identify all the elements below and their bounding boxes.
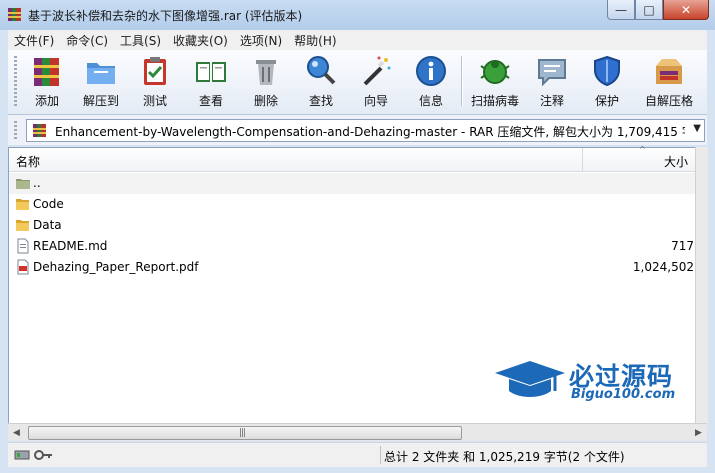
status-drive-key-icon[interactable] <box>14 448 54 462</box>
menu-help[interactable]: 帮助(H) <box>288 32 342 49</box>
toolbar: 添加 解压到 测试 查看 删除 查找 向导 信息 扫描病毒 注释 保护 自解压格 <box>8 50 707 115</box>
sfx-button[interactable]: 自解压格 <box>638 54 700 110</box>
sfx-box-icon <box>656 59 682 84</box>
wizard-button[interactable]: 向导 <box>349 54 403 110</box>
bug-icon <box>480 60 510 84</box>
pdf-file-icon <box>17 259 29 275</box>
add-label: 添加 <box>34 94 59 108</box>
protect-button[interactable]: 保护 <box>580 54 634 110</box>
add-button[interactable]: 添加 <box>20 54 74 110</box>
toolbar-separator <box>461 56 463 106</box>
books-icon <box>34 58 59 86</box>
address-bar: Enhancement-by-Wavelength-Compensation-a… <box>8 115 707 145</box>
file-name: README.md <box>33 239 108 253</box>
extract-to-label: 解压到 <box>82 94 119 108</box>
watermark-url: Biguo100.com <box>571 387 676 402</box>
address-text: Enhancement-by-Wavelength-Compensation-a… <box>55 125 685 139</box>
vertical-scrollbar[interactable] <box>695 147 708 425</box>
view-button[interactable]: 查看 <box>184 54 238 110</box>
comment-button[interactable]: 注释 <box>525 54 579 110</box>
comment-icon <box>538 59 566 87</box>
text-file-icon <box>17 238 29 254</box>
minimize-button[interactable]: — <box>607 0 635 20</box>
folder-icon <box>16 199 29 210</box>
file-name: Dehazing_Paper_Report.pdf <box>33 260 199 274</box>
column-header-size[interactable]: 大小 <box>664 153 688 170</box>
list-header: 名称 ^ 大小 <box>9 145 696 172</box>
find-label: 查找 <box>308 94 333 108</box>
info-label: 信息 <box>418 94 443 108</box>
delete-label: 删除 <box>253 94 278 108</box>
graduation-cap-icon <box>495 361 565 397</box>
column-header-name[interactable]: 名称 <box>16 153 40 170</box>
list-item-code[interactable]: Code <box>9 194 696 215</box>
toolbar-grip[interactable] <box>14 56 17 106</box>
title-bar: 基于波长补偿和去杂的水下图像增强.rar (评估版本) — □ ✕ <box>0 0 715 30</box>
virus-scan-label: 扫描病毒 <box>470 94 519 108</box>
list-item-data[interactable]: Data <box>9 215 696 236</box>
scroll-left-icon[interactable]: ◀ <box>8 424 25 441</box>
protect-label: 保护 <box>594 94 619 108</box>
sfx-label: 自解压格 <box>644 94 693 108</box>
shield-icon <box>594 55 620 87</box>
status-divider <box>380 446 381 464</box>
list-rows: .. Code Data README.md 717 Dehazing_Pape… <box>9 173 696 278</box>
file-name: Data <box>33 218 62 232</box>
comment-label: 注释 <box>539 94 564 108</box>
view-label: 查看 <box>198 94 223 108</box>
menu-commands[interactable]: 命令(C) <box>60 32 114 49</box>
window-controls: — □ ✕ <box>607 0 709 20</box>
delete-button[interactable]: 删除 <box>239 54 293 110</box>
status-bar: 总计 2 文件夹 和 1,025,219 字节(2 个文件) <box>8 442 707 467</box>
file-size: 1,024,502 <box>632 260 694 274</box>
open-book-icon <box>196 62 226 82</box>
window-title: 基于波长补偿和去杂的水下图像增强.rar (评估版本) <box>28 9 303 23</box>
magnifier-icon <box>307 56 336 85</box>
status-summary: 总计 2 文件夹 和 1,025,219 字节(2 个文件) <box>384 450 625 464</box>
scroll-grip-icon: ||| <box>239 428 246 438</box>
close-button[interactable]: ✕ <box>663 0 709 20</box>
extract-to-button[interactable]: 解压到 <box>74 54 128 110</box>
watermark-logo: 必过源码 Biguo100.com <box>493 357 693 403</box>
folder-up-icon <box>16 179 30 189</box>
test-label: 测试 <box>142 94 167 108</box>
menu-favorites[interactable]: 收藏夹(O) <box>167 32 234 49</box>
folder-icon <box>16 220 29 231</box>
address-field[interactable]: Enhancement-by-Wavelength-Compensation-a… <box>26 119 705 142</box>
file-name: .. <box>33 176 41 190</box>
wizard-label: 向导 <box>363 94 388 108</box>
magic-wand-icon <box>363 56 391 86</box>
clipboard-check-icon <box>144 57 166 85</box>
list-item-pdf[interactable]: Dehazing_Paper_Report.pdf 1,024,502 <box>9 257 696 278</box>
info-button[interactable]: 信息 <box>404 54 458 110</box>
test-button[interactable]: 测试 <box>128 54 182 110</box>
sort-arrow-icon: ^ <box>639 145 646 154</box>
menu-bar: 文件(F) 命令(C) 工具(S) 收藏夹(O) 选项(N) 帮助(H) <box>8 30 707 50</box>
list-item-readme[interactable]: README.md 717 <box>9 236 696 257</box>
trash-can-icon <box>256 60 276 85</box>
menu-file[interactable]: 文件(F) <box>8 32 60 49</box>
virus-scan-button[interactable]: 扫描病毒 <box>468 54 522 110</box>
extract-folder-icon <box>87 63 115 84</box>
app-window: 基于波长补偿和去杂的水下图像增强.rar (评估版本) — □ ✕ 文件(F) … <box>0 0 715 473</box>
address-dropdown-arrow[interactable]: ▼ <box>693 123 701 134</box>
file-size: 717 <box>671 239 694 253</box>
archive-icon <box>33 124 46 137</box>
info-icon <box>416 56 446 86</box>
find-button[interactable]: 查找 <box>294 54 348 110</box>
menu-options[interactable]: 选项(N) <box>234 32 288 49</box>
scroll-right-icon[interactable]: ▶ <box>690 424 707 441</box>
column-divider[interactable] <box>582 148 583 171</box>
horizontal-scrollbar[interactable]: ◀ ||| ▶ <box>8 423 707 441</box>
address-bar-grip[interactable] <box>14 121 17 139</box>
file-name: Code <box>33 197 64 211</box>
menu-tools[interactable]: 工具(S) <box>114 32 167 49</box>
file-list: 名称 ^ 大小 .. Code Data README.md 717 Dehaz… <box>8 145 696 425</box>
list-item-parent[interactable]: .. <box>9 173 696 194</box>
winrar-logo-icon <box>8 8 21 21</box>
horizontal-scroll-thumb[interactable]: ||| <box>28 426 462 440</box>
maximize-button[interactable]: □ <box>635 0 663 20</box>
